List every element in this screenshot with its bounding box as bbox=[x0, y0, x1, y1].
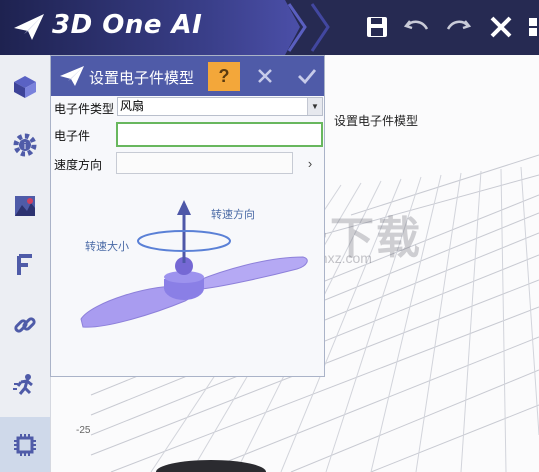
title-bar: 3D One AI bbox=[0, 0, 539, 55]
cube-tool-icon[interactable] bbox=[0, 63, 50, 111]
left-toolbar: i bbox=[0, 55, 51, 472]
dialog-header: 设置电子件模型 ? bbox=[51, 56, 324, 96]
speed-direction-label: 速度方向 bbox=[54, 158, 103, 172]
fan-illustration bbox=[80, 200, 308, 328]
component-type-value: 风扇 bbox=[120, 99, 145, 113]
viewport-label: 设置电子件模型 bbox=[334, 114, 419, 128]
chevron-down-icon[interactable]: ▼ bbox=[307, 98, 322, 115]
chevron-decoration-icon bbox=[310, 3, 330, 52]
undo-icon[interactable] bbox=[402, 12, 432, 42]
speed-direction-field[interactable] bbox=[116, 152, 293, 174]
dialog-cancel-button[interactable] bbox=[253, 64, 277, 88]
paper-plane-logo-icon bbox=[14, 14, 44, 40]
electronic-component-tool-icon[interactable] bbox=[0, 417, 50, 472]
component-field[interactable] bbox=[116, 122, 323, 147]
redo-icon[interactable] bbox=[443, 12, 473, 42]
axis-tick-label: -25 bbox=[76, 425, 91, 436]
component-label: 电子件 bbox=[54, 129, 91, 143]
app-title: 3D One AI bbox=[52, 10, 203, 40]
save-icon[interactable] bbox=[362, 12, 392, 42]
help-label: ? bbox=[218, 66, 230, 86]
function-tool-icon[interactable] bbox=[0, 241, 50, 289]
component-type-label: 电子件类型 bbox=[54, 102, 115, 116]
help-button[interactable]: ? bbox=[208, 62, 240, 91]
check-icon bbox=[298, 69, 317, 84]
close-icon[interactable] bbox=[486, 12, 516, 42]
paper-plane-icon bbox=[60, 66, 84, 86]
rotation-direction-label: 转速方向 bbox=[211, 209, 255, 221]
layout-grid-icon[interactable] bbox=[527, 12, 539, 42]
link-tool-icon[interactable] bbox=[0, 301, 50, 349]
chevron-right-icon[interactable]: › bbox=[303, 154, 317, 172]
motion-tool-icon[interactable] bbox=[0, 361, 50, 409]
dialog-confirm-button[interactable] bbox=[295, 64, 319, 88]
rotation-speed-label: 转速大小 bbox=[85, 241, 129, 253]
terrain-tool-icon[interactable] bbox=[0, 182, 50, 230]
component-type-select[interactable]: 风扇 ▼ bbox=[117, 97, 323, 116]
close-icon bbox=[258, 69, 272, 83]
electronic-model-dialog: 设置电子件模型 ? 电子件类型 风扇 ▼ 电子件 速度方向 › 转速方向 转速大… bbox=[50, 55, 325, 377]
gear-info-icon[interactable]: i bbox=[0, 121, 50, 169]
svg-text:i: i bbox=[24, 142, 27, 152]
dialog-title: 设置电子件模型 bbox=[89, 70, 195, 87]
